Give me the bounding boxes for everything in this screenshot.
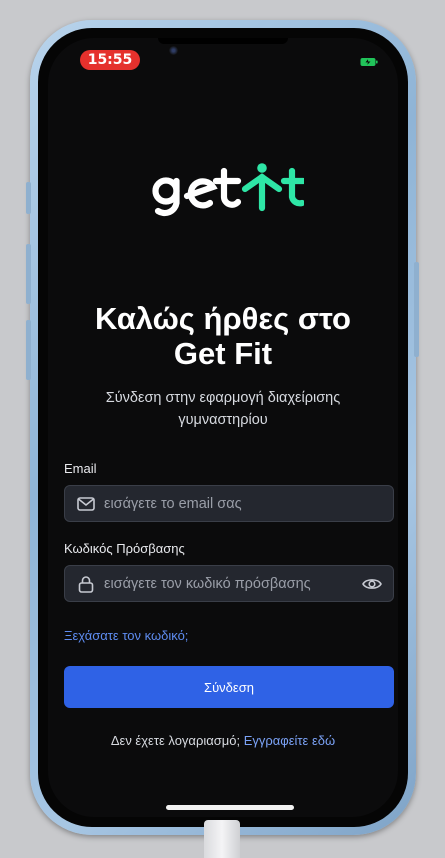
notch [158, 38, 288, 44]
mail-icon [76, 494, 96, 514]
welcome-title-line2: Get Fit [173, 336, 273, 371]
status-time: 15:55 [80, 50, 140, 70]
signup-link[interactable]: Εγγραφείτε εδώ [244, 733, 335, 748]
lock-icon [76, 574, 96, 594]
side-button-volume-up [26, 244, 31, 304]
welcome-title: Καλώς ήρθες στο Get Fit [48, 301, 398, 371]
email-field[interactable] [64, 485, 394, 522]
email-input[interactable] [104, 495, 393, 512]
forgot-password-link[interactable]: Ξεχάσατε τον κωδικό; [64, 628, 188, 643]
side-button-mute [26, 182, 31, 214]
password-label: Κωδικός Πρόσβασης [64, 541, 185, 556]
password-input[interactable] [104, 575, 361, 592]
home-indicator[interactable] [166, 805, 294, 810]
app-screen: 15:55 Καλώς ήρθες στο Get Fit Σύνδεση στ… [48, 38, 398, 817]
login-button[interactable]: Σύνδεση [64, 666, 394, 708]
side-button-volume-down [26, 320, 31, 380]
password-field[interactable] [64, 565, 394, 602]
camera-icon [169, 46, 178, 55]
welcome-subtitle: Σύνδεση στην εφαρμογή διαχείρισης γυμνασ… [68, 387, 378, 431]
getfit-logo [152, 163, 304, 217]
email-label: Email [64, 461, 97, 476]
subtitle-line2: γυμναστηρίου [178, 412, 268, 428]
eye-icon[interactable] [361, 573, 383, 595]
subtitle-line1: Σύνδεση στην εφαρμογή διαχείρισης [105, 390, 341, 406]
battery-icon [360, 58, 378, 66]
charging-cable [204, 820, 240, 858]
welcome-title-line1: Καλώς ήρθες στο [95, 301, 351, 336]
signup-row: Δεν έχετε λογαριασμό; Εγγραφείτε εδώ [48, 733, 398, 748]
side-button-power [414, 262, 419, 357]
no-account-text: Δεν έχετε λογαριασμό; [110, 733, 244, 748]
